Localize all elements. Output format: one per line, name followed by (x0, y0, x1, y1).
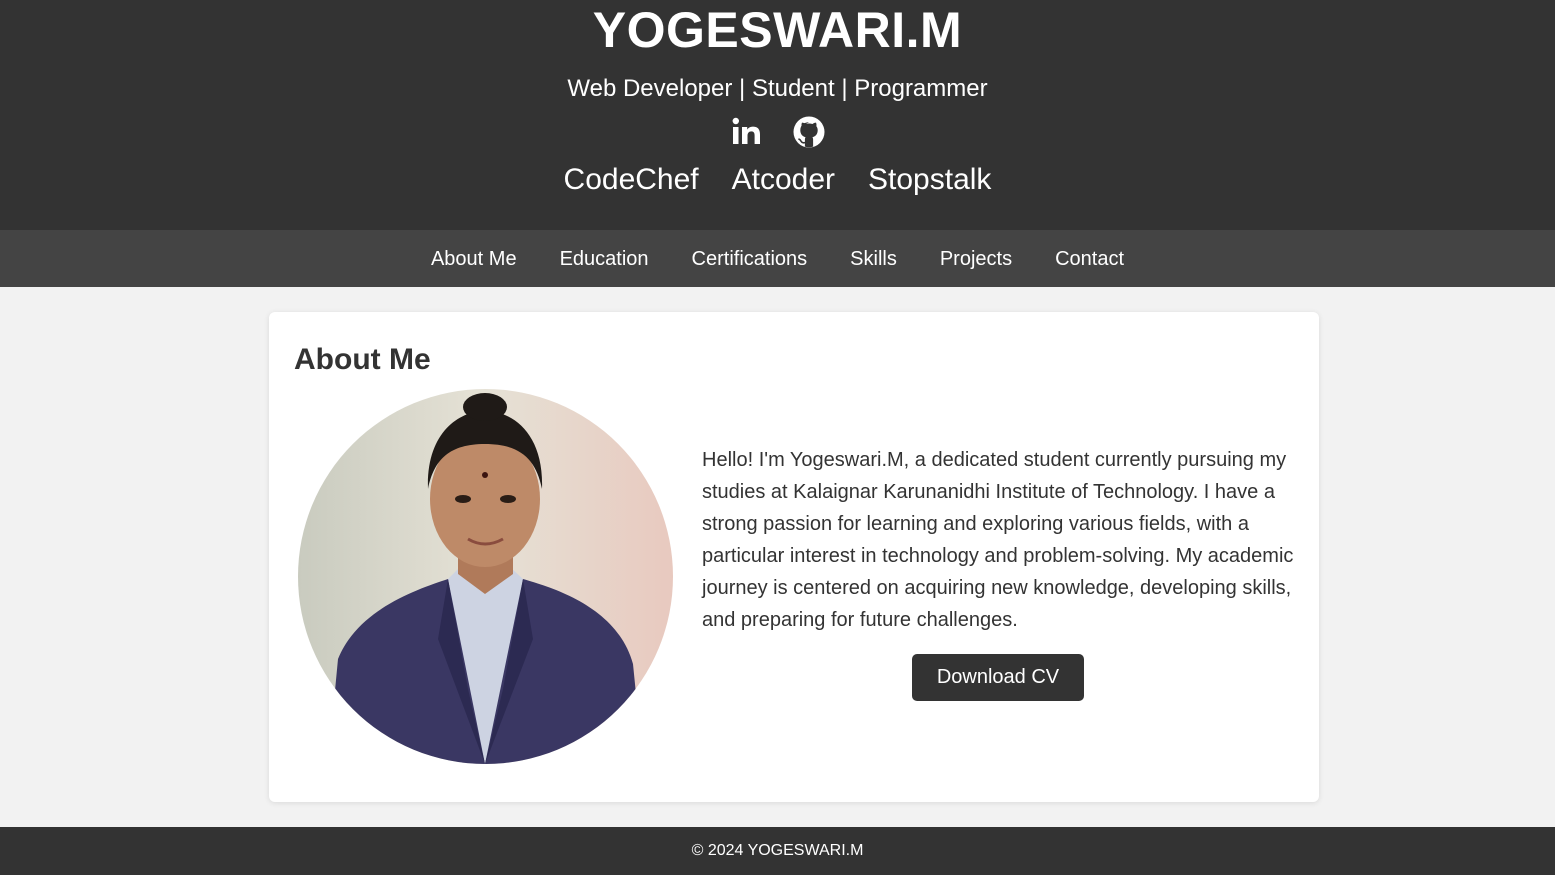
about-section: About Me Hello! I'm Yogeswari.M, a dedic… (269, 312, 1319, 802)
site-footer: © 2024 YOGESWARI.M (0, 827, 1555, 875)
github-icon[interactable] (792, 115, 826, 149)
coding-profile-links: CodeChef Atcoder Stopstalk (0, 160, 1555, 200)
stopstalk-link[interactable]: Stopstalk (868, 160, 991, 200)
nav-about-me[interactable]: About Me (431, 247, 517, 271)
social-links (0, 114, 1555, 150)
tagline: Web Developer | Student | Programmer (567, 75, 988, 102)
nav-contact[interactable]: Contact (1055, 247, 1124, 271)
linkedin-icon[interactable] (730, 115, 764, 149)
main-nav: About Me Education Certifications Skills… (0, 230, 1555, 287)
profile-photo (298, 389, 673, 764)
codechef-link[interactable]: CodeChef (564, 160, 699, 200)
nav-certifications[interactable]: Certifications (692, 247, 808, 271)
site-title: YOGESWARI.M (592, 2, 963, 58)
site-header: YOGESWARI.M Web Developer | Student | Pr… (0, 0, 1555, 230)
nav-skills[interactable]: Skills (850, 247, 897, 271)
nav-education[interactable]: Education (560, 247, 649, 271)
atcoder-link[interactable]: Atcoder (732, 160, 835, 200)
copyright-text: © 2024 YOGESWARI.M (691, 842, 864, 859)
download-cv-button[interactable]: Download CV (912, 654, 1084, 701)
about-text: Hello! I'm Yogeswari.M, a dedicated stud… (702, 449, 1294, 631)
section-title: About Me (294, 343, 431, 376)
nav-projects[interactable]: Projects (940, 247, 1012, 271)
